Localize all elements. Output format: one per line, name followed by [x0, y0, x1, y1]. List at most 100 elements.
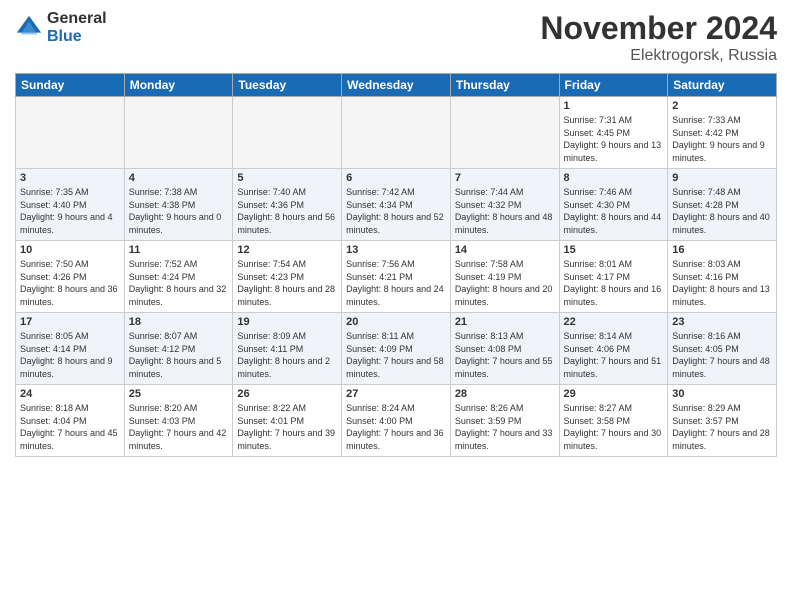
day-info: Sunrise: 7:58 AM Sunset: 4:19 PM Dayligh… [455, 258, 555, 308]
day-number: 25 [129, 388, 229, 400]
day-cell: 15 Sunrise: 8:01 AM Sunset: 4:17 PM Dayli… [559, 241, 668, 313]
day-cell: 28 Sunrise: 8:26 AM Sunset: 3:59 PM Dayli… [450, 385, 559, 457]
day-cell: 29 Sunrise: 8:27 AM Sunset: 3:58 PM Dayli… [559, 385, 668, 457]
day-info: Sunrise: 7:48 AM Sunset: 4:28 PM Dayligh… [672, 186, 772, 236]
day-info: Sunrise: 8:26 AM Sunset: 3:59 PM Dayligh… [455, 402, 555, 452]
day-info: Sunrise: 7:44 AM Sunset: 4:32 PM Dayligh… [455, 186, 555, 236]
weekday-header-row: SundayMondayTuesdayWednesdayThursdayFrid… [16, 74, 777, 97]
day-number: 15 [564, 244, 664, 256]
day-info: Sunrise: 7:40 AM Sunset: 4:36 PM Dayligh… [237, 186, 337, 236]
day-number: 16 [672, 244, 772, 256]
day-info: Sunrise: 8:07 AM Sunset: 4:12 PM Dayligh… [129, 330, 229, 380]
week-row-2: 3 Sunrise: 7:35 AM Sunset: 4:40 PM Daylig… [16, 169, 777, 241]
day-info: Sunrise: 8:13 AM Sunset: 4:08 PM Dayligh… [455, 330, 555, 380]
day-cell: 14 Sunrise: 7:58 AM Sunset: 4:19 PM Dayli… [450, 241, 559, 313]
weekday-tuesday: Tuesday [233, 74, 342, 97]
day-number: 24 [20, 388, 120, 400]
day-number: 17 [20, 316, 120, 328]
day-cell: 23 Sunrise: 8:16 AM Sunset: 4:05 PM Dayli… [668, 313, 777, 385]
day-cell: 26Sunrise: 8:22 AM Sunset: 4:01 PM Dayli… [233, 385, 342, 457]
day-cell: 6Sunrise: 7:42 AM Sunset: 4:34 PM Daylig… [342, 169, 451, 241]
day-info: Sunrise: 7:46 AM Sunset: 4:30 PM Dayligh… [564, 186, 664, 236]
day-cell [124, 97, 233, 169]
day-info: Sunrise: 8:27 AM Sunset: 3:58 PM Dayligh… [564, 402, 664, 452]
day-info: Sunrise: 7:56 AM Sunset: 4:21 PM Dayligh… [346, 258, 446, 308]
day-cell: 18 Sunrise: 8:07 AM Sunset: 4:12 PM Dayli… [124, 313, 233, 385]
day-info: Sunrise: 8:11 AM Sunset: 4:09 PM Dayligh… [346, 330, 446, 380]
logo-blue: Blue [47, 28, 107, 46]
week-row-3: 10Sunrise: 7:50 AM Sunset: 4:26 PM Dayli… [16, 241, 777, 313]
month-title: November 2024 [540, 10, 777, 47]
day-info: Sunrise: 7:31 AM Sunset: 4:45 PM Dayligh… [564, 114, 664, 164]
week-row-1: 1 Sunrise: 7:31 AM Sunset: 4:45 PM Daylig… [16, 97, 777, 169]
day-number: 1 [564, 100, 664, 112]
day-number: 18 [129, 316, 229, 328]
day-number: 12 [237, 244, 337, 256]
day-number: 22 [564, 316, 664, 328]
day-number: 28 [455, 388, 555, 400]
day-cell: 4 Sunrise: 7:38 AM Sunset: 4:38 PM Daylig… [124, 169, 233, 241]
day-cell: 2 Sunrise: 7:33 AM Sunset: 4:42 PM Daylig… [668, 97, 777, 169]
day-info: Sunrise: 8:01 AM Sunset: 4:17 PM Dayligh… [564, 258, 664, 308]
day-number: 21 [455, 316, 555, 328]
day-cell: 1 Sunrise: 7:31 AM Sunset: 4:45 PM Daylig… [559, 97, 668, 169]
day-cell: 22 Sunrise: 8:14 AM Sunset: 4:06 PM Dayli… [559, 313, 668, 385]
day-info: Sunrise: 8:29 AM Sunset: 3:57 PM Dayligh… [672, 402, 772, 452]
day-cell: 30 Sunrise: 8:29 AM Sunset: 3:57 PM Dayli… [668, 385, 777, 457]
day-number: 2 [672, 100, 772, 112]
logo-general: General [47, 10, 107, 28]
day-number: 11 [129, 244, 229, 256]
weekday-wednesday: Wednesday [342, 74, 451, 97]
day-cell: 9Sunrise: 7:48 AM Sunset: 4:28 PM Daylig… [668, 169, 777, 241]
day-number: 7 [455, 172, 555, 184]
day-number: 4 [129, 172, 229, 184]
weekday-sunday: Sunday [16, 74, 125, 97]
day-number: 29 [564, 388, 664, 400]
title-block: November 2024 Elektrogorsk, Russia [540, 10, 777, 65]
day-cell: 19 Sunrise: 8:09 AM Sunset: 4:11 PM Dayli… [233, 313, 342, 385]
week-row-5: 24 Sunrise: 8:18 AM Sunset: 4:04 PM Dayli… [16, 385, 777, 457]
day-number: 3 [20, 172, 120, 184]
logo: General Blue [15, 10, 107, 45]
weekday-friday: Friday [559, 74, 668, 97]
day-number: 6 [346, 172, 446, 184]
day-info: Sunrise: 7:35 AM Sunset: 4:40 PM Dayligh… [20, 186, 120, 236]
logo-icon [15, 14, 43, 42]
day-cell: 12Sunrise: 7:54 AM Sunset: 4:23 PM Dayli… [233, 241, 342, 313]
page: General Blue November 2024 Elektrogorsk,… [0, 0, 792, 612]
day-cell [233, 97, 342, 169]
day-number: 13 [346, 244, 446, 256]
day-number: 10 [20, 244, 120, 256]
day-cell [342, 97, 451, 169]
day-cell: 13 Sunrise: 7:56 AM Sunset: 4:21 PM Dayli… [342, 241, 451, 313]
day-info: Sunrise: 7:38 AM Sunset: 4:38 PM Dayligh… [129, 186, 229, 236]
day-cell: 25Sunrise: 8:20 AM Sunset: 4:03 PM Dayli… [124, 385, 233, 457]
day-info: Sunrise: 8:16 AM Sunset: 4:05 PM Dayligh… [672, 330, 772, 380]
day-number: 14 [455, 244, 555, 256]
day-info: Sunrise: 8:03 AM Sunset: 4:16 PM Dayligh… [672, 258, 772, 308]
location: Elektrogorsk, Russia [540, 47, 777, 65]
day-cell: 3 Sunrise: 7:35 AM Sunset: 4:40 PM Daylig… [16, 169, 125, 241]
day-cell: 7 Sunrise: 7:44 AM Sunset: 4:32 PM Daylig… [450, 169, 559, 241]
weekday-saturday: Saturday [668, 74, 777, 97]
day-info: Sunrise: 8:14 AM Sunset: 4:06 PM Dayligh… [564, 330, 664, 380]
day-number: 8 [564, 172, 664, 184]
day-info: Sunrise: 8:09 AM Sunset: 4:11 PM Dayligh… [237, 330, 337, 380]
day-cell: 24 Sunrise: 8:18 AM Sunset: 4:04 PM Dayli… [16, 385, 125, 457]
day-number: 30 [672, 388, 772, 400]
day-number: 19 [237, 316, 337, 328]
day-info: Sunrise: 8:18 AM Sunset: 4:04 PM Dayligh… [20, 402, 120, 452]
week-row-4: 17 Sunrise: 8:05 AM Sunset: 4:14 PM Dayli… [16, 313, 777, 385]
day-info: Sunrise: 8:05 AM Sunset: 4:14 PM Dayligh… [20, 330, 120, 380]
day-info: Sunrise: 8:24 AM Sunset: 4:00 PM Dayligh… [346, 402, 446, 452]
day-cell: 8 Sunrise: 7:46 AM Sunset: 4:30 PM Daylig… [559, 169, 668, 241]
day-cell: 16 Sunrise: 8:03 AM Sunset: 4:16 PM Dayli… [668, 241, 777, 313]
day-cell: 5Sunrise: 7:40 AM Sunset: 4:36 PM Daylig… [233, 169, 342, 241]
day-info: Sunrise: 7:33 AM Sunset: 4:42 PM Dayligh… [672, 114, 772, 164]
day-cell: 21 Sunrise: 8:13 AM Sunset: 4:08 PM Dayli… [450, 313, 559, 385]
weekday-thursday: Thursday [450, 74, 559, 97]
day-cell: 17 Sunrise: 8:05 AM Sunset: 4:14 PM Dayli… [16, 313, 125, 385]
day-number: 23 [672, 316, 772, 328]
day-number: 20 [346, 316, 446, 328]
header: General Blue November 2024 Elektrogorsk,… [15, 10, 777, 65]
